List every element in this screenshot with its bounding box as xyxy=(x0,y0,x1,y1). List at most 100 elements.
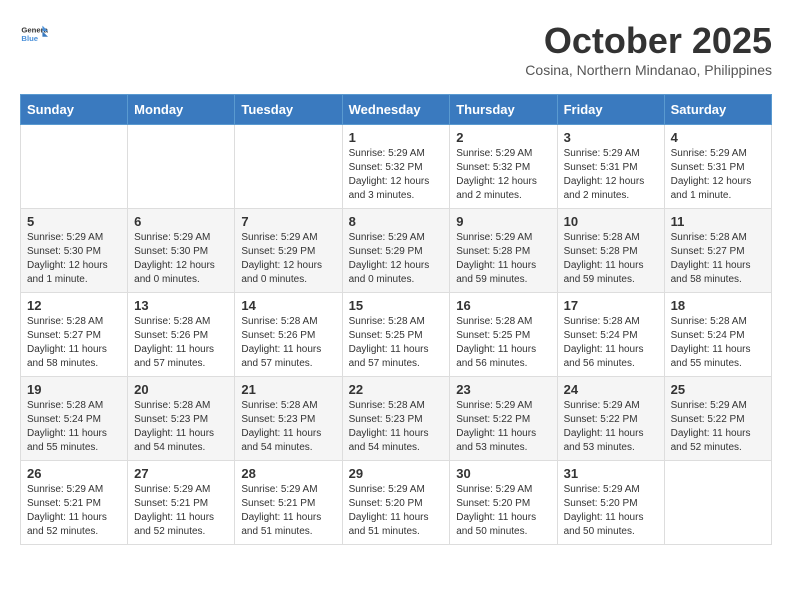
day-number: 18 xyxy=(671,298,765,313)
day-number: 6 xyxy=(134,214,228,229)
day-number: 10 xyxy=(564,214,658,229)
day-number: 28 xyxy=(241,466,335,481)
weekday-header-saturday: Saturday xyxy=(664,95,771,125)
calendar-cell: 16 Sunrise: 5:28 AMSunset: 5:25 PMDayligh… xyxy=(450,293,557,377)
day-info: Sunrise: 5:29 AMSunset: 5:20 PMDaylight:… xyxy=(349,483,444,539)
calendar-cell: 22Sunrise: 5:28 AMSunset: 5:23 PMDayligh… xyxy=(342,377,450,461)
calendar-cell xyxy=(664,461,771,545)
calendar-cell: 19Sunrise: 5:28 AMSunset: 5:24 PMDayligh… xyxy=(21,377,128,461)
day-number: 26 xyxy=(27,466,121,481)
weekday-header-thursday: Thursday xyxy=(450,95,557,125)
day-info: Sunrise: 5:28 AMSunset: 5:26 PMDaylight:… xyxy=(134,315,228,371)
week-row-1: 1 Sunrise: 5:29 AMSunset: 5:32 PMDaylight… xyxy=(21,125,772,209)
day-number: 7 xyxy=(241,214,335,229)
day-info: Sunrise: 5:28 AMSunset: 5:25 PMDaylight:… xyxy=(349,315,444,371)
day-number: 1 xyxy=(349,130,444,145)
calendar-cell: 17Sunrise: 5:28 AMSunset: 5:24 PMDayligh… xyxy=(557,293,664,377)
day-info: Sunrise: 5:29 AMSunset: 5:29 PMDaylight:… xyxy=(349,231,444,287)
day-info: Sunrise: 5:29 AMSunset: 5:22 PMDaylight:… xyxy=(671,399,765,455)
calendar-cell: 20Sunrise: 5:28 AMSunset: 5:23 PMDayligh… xyxy=(128,377,235,461)
day-info: Sunrise: 5:29 AMSunset: 5:32 PMDaylight:… xyxy=(349,147,444,203)
day-number: 20 xyxy=(134,382,228,397)
calendar-cell: 24 Sunrise: 5:29 AMSunset: 5:22 PMDayligh… xyxy=(557,377,664,461)
weekday-header-tuesday: Tuesday xyxy=(235,95,342,125)
calendar-cell: 12Sunrise: 5:28 AMSunset: 5:27 PMDayligh… xyxy=(21,293,128,377)
calendar-cell: 18 Sunrise: 5:28 AMSunset: 5:24 PMDayligh… xyxy=(664,293,771,377)
calendar-cell: 9 Sunrise: 5:29 AMSunset: 5:28 PMDaylight… xyxy=(450,209,557,293)
weekday-header-monday: Monday xyxy=(128,95,235,125)
location-title: Cosina, Northern Mindanao, Philippines xyxy=(525,62,772,78)
day-number: 31 xyxy=(564,466,658,481)
day-info: Sunrise: 5:28 AMSunset: 5:25 PMDaylight:… xyxy=(456,315,550,371)
calendar-cell xyxy=(128,125,235,209)
logo: General Blue xyxy=(20,20,48,48)
day-info: Sunrise: 5:28 AMSunset: 5:27 PMDaylight:… xyxy=(671,231,765,287)
day-info: Sunrise: 5:28 AMSunset: 5:23 PMDaylight:… xyxy=(241,399,335,455)
calendar-cell: 27Sunrise: 5:29 AMSunset: 5:21 PMDayligh… xyxy=(128,461,235,545)
day-info: Sunrise: 5:28 AMSunset: 5:28 PMDaylight:… xyxy=(564,231,658,287)
calendar-cell: 26 Sunrise: 5:29 AMSunset: 5:21 PMDayligh… xyxy=(21,461,128,545)
week-row-2: 5 Sunrise: 5:29 AMSunset: 5:30 PMDaylight… xyxy=(21,209,772,293)
day-info: Sunrise: 5:28 AMSunset: 5:27 PMDaylight:… xyxy=(27,315,121,371)
calendar-cell: 14 Sunrise: 5:28 AMSunset: 5:26 PMDayligh… xyxy=(235,293,342,377)
weekday-header-sunday: Sunday xyxy=(21,95,128,125)
calendar-cell: 28Sunrise: 5:29 AMSunset: 5:21 PMDayligh… xyxy=(235,461,342,545)
title-block: October 2025 Cosina, Northern Mindanao, … xyxy=(525,20,772,78)
day-info: Sunrise: 5:28 AMSunset: 5:24 PMDaylight:… xyxy=(27,399,121,455)
day-info: Sunrise: 5:29 AMSunset: 5:31 PMDaylight:… xyxy=(671,147,765,203)
day-number: 25 xyxy=(671,382,765,397)
day-info: Sunrise: 5:28 AMSunset: 5:24 PMDaylight:… xyxy=(671,315,765,371)
day-info: Sunrise: 5:29 AMSunset: 5:22 PMDaylight:… xyxy=(456,399,550,455)
calendar-cell: 7Sunrise: 5:29 AMSunset: 5:29 PMDaylight… xyxy=(235,209,342,293)
day-info: Sunrise: 5:28 AMSunset: 5:26 PMDaylight:… xyxy=(241,315,335,371)
day-info: Sunrise: 5:29 AMSunset: 5:30 PMDaylight:… xyxy=(134,231,228,287)
day-info: Sunrise: 5:29 AMSunset: 5:28 PMDaylight:… xyxy=(456,231,550,287)
day-number: 30 xyxy=(456,466,550,481)
calendar-cell: 5 Sunrise: 5:29 AMSunset: 5:30 PMDaylight… xyxy=(21,209,128,293)
day-number: 24 xyxy=(564,382,658,397)
day-info: Sunrise: 5:29 AMSunset: 5:22 PMDaylight:… xyxy=(564,399,658,455)
day-number: 15 xyxy=(349,298,444,313)
day-info: Sunrise: 5:29 AMSunset: 5:32 PMDaylight:… xyxy=(456,147,550,203)
day-number: 29 xyxy=(349,466,444,481)
page-header: General Blue October 2025 Cosina, Northe… xyxy=(20,20,772,78)
day-number: 22 xyxy=(349,382,444,397)
day-number: 14 xyxy=(241,298,335,313)
day-info: Sunrise: 5:29 AMSunset: 5:30 PMDaylight:… xyxy=(27,231,121,287)
calendar-cell xyxy=(21,125,128,209)
calendar-cell: 30 Sunrise: 5:29 AMSunset: 5:20 PMDayligh… xyxy=(450,461,557,545)
calendar-cell: 11Sunrise: 5:28 AMSunset: 5:27 PMDayligh… xyxy=(664,209,771,293)
day-info: Sunrise: 5:29 AMSunset: 5:21 PMDaylight:… xyxy=(27,483,121,539)
calendar-cell: 21Sunrise: 5:28 AMSunset: 5:23 PMDayligh… xyxy=(235,377,342,461)
day-info: Sunrise: 5:29 AMSunset: 5:31 PMDaylight:… xyxy=(564,147,658,203)
calendar-cell: 23Sunrise: 5:29 AMSunset: 5:22 PMDayligh… xyxy=(450,377,557,461)
day-number: 2 xyxy=(456,130,550,145)
day-number: 9 xyxy=(456,214,550,229)
calendar-cell: 31Sunrise: 5:29 AMSunset: 5:20 PMDayligh… xyxy=(557,461,664,545)
logo-icon: General Blue xyxy=(20,20,48,48)
day-number: 13 xyxy=(134,298,228,313)
calendar-cell: 2 Sunrise: 5:29 AMSunset: 5:32 PMDaylight… xyxy=(450,125,557,209)
calendar-table: SundayMondayTuesdayWednesdayThursdayFrid… xyxy=(20,94,772,545)
calendar-cell: 1 Sunrise: 5:29 AMSunset: 5:32 PMDaylight… xyxy=(342,125,450,209)
weekday-header-friday: Friday xyxy=(557,95,664,125)
week-row-5: 26 Sunrise: 5:29 AMSunset: 5:21 PMDayligh… xyxy=(21,461,772,545)
day-number: 16 xyxy=(456,298,550,313)
day-number: 5 xyxy=(27,214,121,229)
calendar-cell xyxy=(235,125,342,209)
day-number: 8 xyxy=(349,214,444,229)
calendar-cell: 3Sunrise: 5:29 AMSunset: 5:31 PMDaylight… xyxy=(557,125,664,209)
calendar-cell: 29 Sunrise: 5:29 AMSunset: 5:20 PMDayligh… xyxy=(342,461,450,545)
svg-text:Blue: Blue xyxy=(21,34,38,43)
week-row-4: 19Sunrise: 5:28 AMSunset: 5:24 PMDayligh… xyxy=(21,377,772,461)
week-row-3: 12Sunrise: 5:28 AMSunset: 5:27 PMDayligh… xyxy=(21,293,772,377)
calendar-cell: 8 Sunrise: 5:29 AMSunset: 5:29 PMDaylight… xyxy=(342,209,450,293)
calendar-cell: 4 Sunrise: 5:29 AMSunset: 5:31 PMDaylight… xyxy=(664,125,771,209)
calendar-cell: 25 Sunrise: 5:29 AMSunset: 5:22 PMDayligh… xyxy=(664,377,771,461)
day-number: 4 xyxy=(671,130,765,145)
calendar-cell: 6 Sunrise: 5:29 AMSunset: 5:30 PMDaylight… xyxy=(128,209,235,293)
weekday-header-wednesday: Wednesday xyxy=(342,95,450,125)
day-info: Sunrise: 5:29 AMSunset: 5:21 PMDaylight:… xyxy=(134,483,228,539)
calendar-cell: 10 Sunrise: 5:28 AMSunset: 5:28 PMDayligh… xyxy=(557,209,664,293)
day-info: Sunrise: 5:29 AMSunset: 5:20 PMDaylight:… xyxy=(456,483,550,539)
